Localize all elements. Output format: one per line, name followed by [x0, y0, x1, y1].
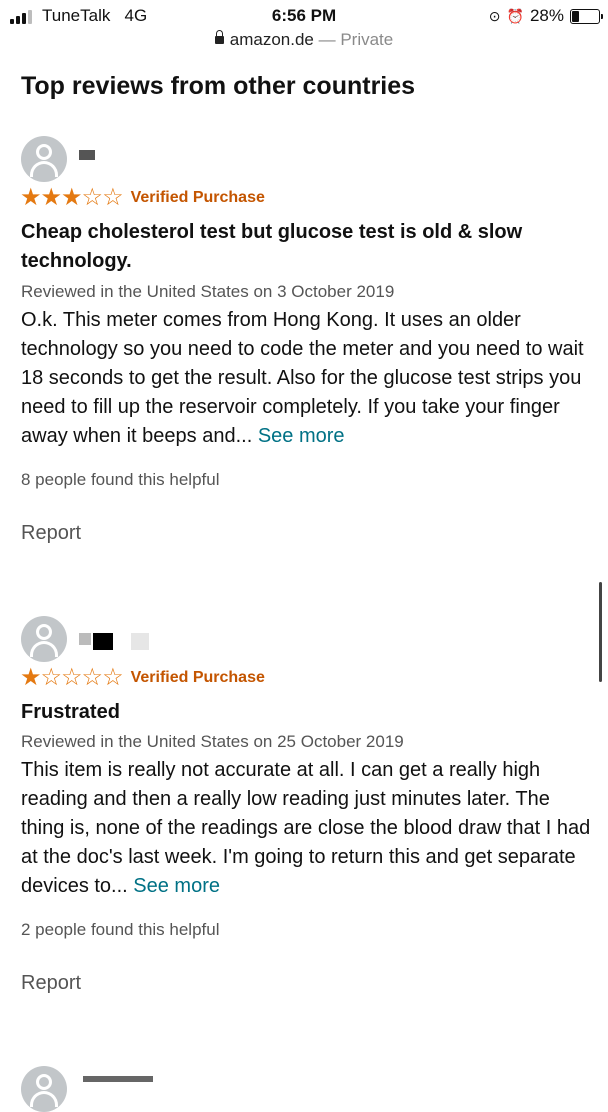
report-link[interactable]: Report — [21, 972, 81, 995]
status-right: ⊙ ⏰ 28% — [488, 6, 603, 26]
verified-purchase-badge: Verified Purchase — [130, 189, 265, 206]
redacted-name — [131, 633, 149, 650]
lock-icon — [214, 29, 224, 44]
alarm-icon: ⏰ — [506, 7, 524, 24]
avatar — [21, 1066, 67, 1112]
rating-row: ★☆☆☆☆ Verified Purchase — [20, 666, 265, 690]
redacted-name — [79, 633, 91, 645]
review-body: This item is really not accurate at all.… — [21, 756, 596, 901]
star-rating: ★☆☆☆☆ — [20, 664, 124, 691]
report-link[interactable]: Report — [21, 522, 81, 545]
orientation-lock-icon: ⊙ — [488, 7, 501, 24]
battery-percent: 28% — [529, 6, 564, 25]
private-label: — Private — [313, 30, 394, 49]
section-title: Top reviews from other countries — [21, 72, 416, 100]
helpful-count: 8 people found this helpful — [21, 470, 220, 489]
avatar — [21, 616, 67, 662]
review-body: O.k. This meter comes from Hong Kong. It… — [21, 306, 596, 451]
reviewer-profile[interactable] — [21, 1066, 153, 1112]
see-more-link[interactable]: See more — [133, 875, 220, 897]
battery-icon — [570, 8, 603, 24]
review-title: Cheap cholesterol test but glucose test … — [21, 221, 523, 272]
verified-purchase-badge: Verified Purchase — [130, 669, 265, 686]
review-date: Reviewed in the United States on 25 Octo… — [21, 732, 404, 751]
star-rating: ★★★☆☆ — [20, 184, 124, 211]
review-date: Reviewed in the United States on 3 Octob… — [21, 282, 395, 301]
status-bar: TuneTalk 4G 6:56 PM ⊙ ⏰ 28% — [0, 0, 608, 30]
redacted-name — [83, 1076, 153, 1082]
review-text: This item is really not accurate at all.… — [21, 759, 591, 897]
redacted-name — [93, 633, 113, 650]
redacted-name — [79, 150, 95, 160]
helpful-count: 2 people found this helpful — [21, 920, 220, 939]
avatar — [21, 136, 67, 182]
url-bar[interactable]: amazon.de — Private — [0, 29, 608, 50]
rating-row: ★★★☆☆ Verified Purchase — [20, 186, 265, 210]
review-title: Frustrated — [21, 701, 120, 723]
scrollbar[interactable] — [599, 582, 602, 682]
reviewer-profile[interactable] — [21, 616, 149, 662]
url-domain: amazon.de — [229, 30, 314, 49]
reviewer-profile[interactable] — [21, 136, 95, 182]
see-more-link[interactable]: See more — [258, 425, 345, 447]
